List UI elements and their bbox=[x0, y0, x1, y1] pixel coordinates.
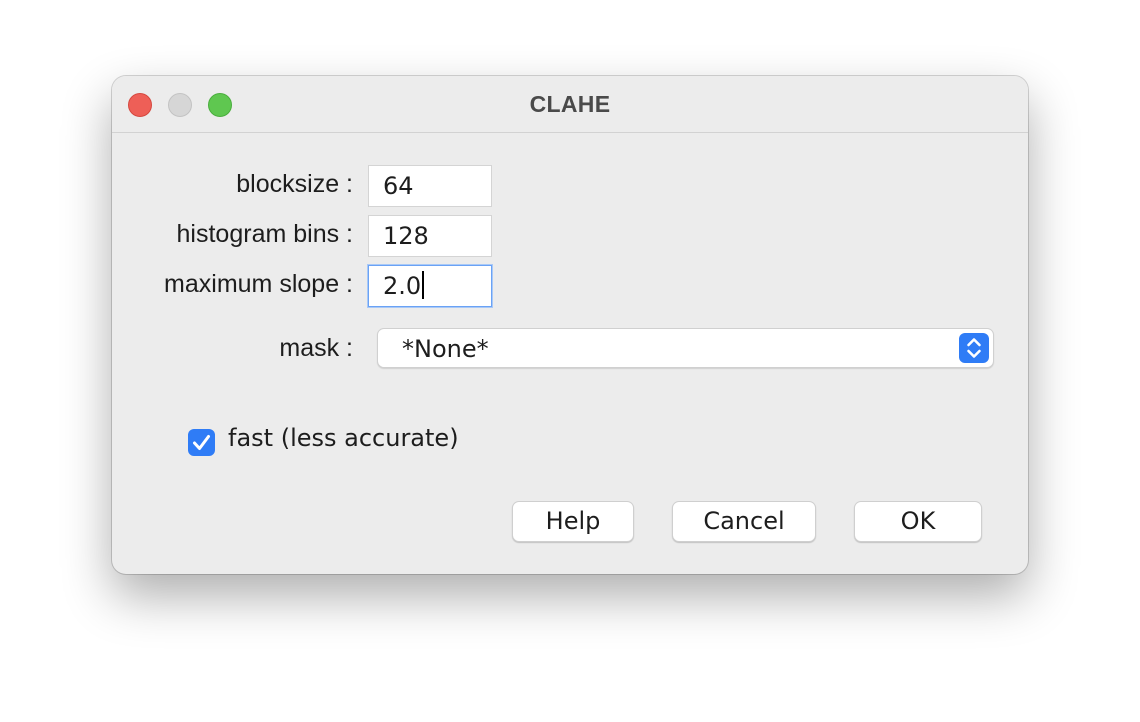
clahe-dialog: CLAHE blocksize : 64 histogram bins : 12… bbox=[112, 76, 1028, 574]
maximum-slope-input[interactable]: 2.0 bbox=[368, 265, 492, 307]
histogram-bins-label: histogram bins : bbox=[176, 220, 353, 248]
chevron-up-down-icon bbox=[959, 333, 989, 363]
help-button[interactable]: Help bbox=[512, 501, 634, 542]
histogram-bins-value: 128 bbox=[383, 222, 429, 250]
fast-checkbox-label[interactable]: fast (less accurate) bbox=[228, 424, 459, 452]
cancel-button[interactable]: Cancel bbox=[672, 501, 816, 542]
checkmark-icon bbox=[193, 435, 210, 450]
fast-checkbox[interactable] bbox=[188, 429, 215, 456]
maximum-slope-value: 2.0 bbox=[383, 272, 422, 300]
window-title: CLAHE bbox=[529, 91, 611, 117]
title-bar[interactable]: CLAHE bbox=[112, 76, 1028, 133]
text-caret bbox=[422, 271, 425, 299]
blocksize-label: blocksize : bbox=[236, 170, 353, 198]
maximum-slope-label: maximum slope : bbox=[164, 270, 353, 298]
histogram-bins-input[interactable]: 128 bbox=[368, 215, 492, 257]
blocksize-input[interactable]: 64 bbox=[368, 165, 492, 207]
mask-selected-value: *None* bbox=[402, 335, 489, 363]
mask-select[interactable]: *None* bbox=[377, 328, 994, 368]
mask-label: mask : bbox=[279, 334, 353, 362]
ok-button[interactable]: OK bbox=[854, 501, 982, 542]
blocksize-value: 64 bbox=[383, 172, 414, 200]
